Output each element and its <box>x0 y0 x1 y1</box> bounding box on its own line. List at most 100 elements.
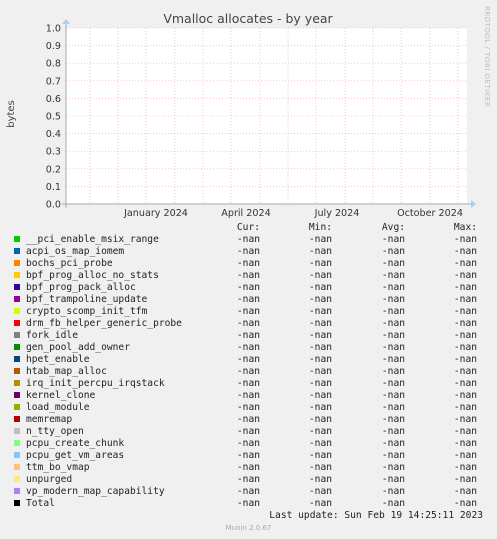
legend-header-max: Max: <box>453 222 477 233</box>
legend-cur-value: -nan <box>236 318 260 329</box>
legend-avg-value: -nan <box>381 354 405 365</box>
legend-series-name: kernel_clone <box>26 390 96 401</box>
legend-series-name: Total <box>26 498 55 509</box>
legend-max-value: -nan <box>453 234 477 245</box>
legend-min-value: -nan <box>308 486 332 497</box>
chart-title: Vmalloc allocates - by year <box>163 11 333 26</box>
legend-series-name: bpf_prog_alloc_no_stats <box>26 270 159 281</box>
legend-row: fork_idle -nan -nan -nan -nan <box>0 330 497 342</box>
legend-swatch <box>14 272 20 278</box>
legend-row: memremap -nan -nan -nan -nan <box>0 414 497 426</box>
legend-min-value: -nan <box>308 330 332 341</box>
legend-max-value: -nan <box>453 318 477 329</box>
x-tick-label: January 2024 <box>123 208 188 219</box>
legend-series-name: gen_pool_add_owner <box>26 342 130 353</box>
legend-series-name: unpurged <box>26 474 73 485</box>
legend-cur-value: -nan <box>236 486 260 497</box>
x-tick-labels: January 2024 April 2024 July 2024 October 2… <box>123 208 463 219</box>
legend-max-value: -nan <box>453 498 477 509</box>
legend-min-value: -nan <box>308 438 332 449</box>
legend-avg-value: -nan <box>381 402 405 413</box>
legend-max-value: -nan <box>453 282 477 293</box>
y-tick-label: 0.4 <box>46 129 61 140</box>
legend-series-name: crypto_scomp_init_tfm <box>26 306 148 317</box>
legend-cur-value: -nan <box>236 390 260 401</box>
legend-max-value: -nan <box>453 486 477 497</box>
legend-max-value: -nan <box>453 438 477 449</box>
legend-cur-value: -nan <box>236 246 260 257</box>
legend-row: load_module -nan -nan -nan -nan <box>0 402 497 414</box>
legend: Cur: Min: Avg: Max: __pci_enable_msix_ra… <box>0 222 497 510</box>
legend-swatch <box>14 440 20 446</box>
legend-series-name: drm_fb_helper_generic_probe <box>26 318 182 329</box>
legend-min-value: -nan <box>308 282 332 293</box>
legend-cur-value: -nan <box>236 402 260 413</box>
legend-cur-value: -nan <box>236 306 260 317</box>
legend-max-value: -nan <box>453 366 477 377</box>
y-tick-label: 0.5 <box>46 112 61 123</box>
legend-avg-value: -nan <box>381 426 405 437</box>
munin-graph-page: Vmalloc allocates - by year bytes 0.0 0.1… <box>0 0 497 539</box>
legend-row: vp_modern_map_capability -nan -nan -nan -nan <box>0 486 497 498</box>
legend-max-value: -nan <box>453 270 477 281</box>
legend-row: hpet_enable -nan -nan -nan -nan <box>0 354 497 366</box>
legend-series-name: irq_init_percpu_irqstack <box>26 378 165 389</box>
legend-avg-value: -nan <box>381 318 405 329</box>
legend-max-value: -nan <box>453 378 477 389</box>
legend-header-cur: Cur: <box>236 222 260 233</box>
legend-series-name: bpf_prog_pack_alloc <box>26 282 136 293</box>
y-tick-label: 0.7 <box>46 76 61 87</box>
legend-row: kernel_clone -nan -nan -nan -nan <box>0 390 497 402</box>
footer: Munin 2.0.67 <box>225 524 272 532</box>
legend-row: unpurged -nan -nan -nan -nan <box>0 474 497 486</box>
legend-max-value: -nan <box>453 306 477 317</box>
legend-header-min: Min: <box>308 222 332 233</box>
legend-min-value: -nan <box>308 366 332 377</box>
legend-min-value: -nan <box>308 378 332 389</box>
legend-cur-value: -nan <box>236 426 260 437</box>
legend-series-name: acpi_os_map_iomem <box>26 246 125 257</box>
legend-avg-value: -nan <box>381 486 405 497</box>
legend-cur-value: -nan <box>236 366 260 377</box>
legend-min-value: -nan <box>308 354 332 365</box>
legend-series-name: htab_map_alloc <box>26 366 107 377</box>
legend-min-value: -nan <box>308 306 332 317</box>
y-tick-label: 0.6 <box>46 94 61 105</box>
legend-max-value: -nan <box>453 426 477 437</box>
legend-avg-value: -nan <box>381 390 405 401</box>
legend-row: bochs_pci_probe -nan -nan -nan -nan <box>0 258 497 270</box>
legend-min-value: -nan <box>308 234 332 245</box>
legend-series-name: ttm_bo_vmap <box>26 462 90 473</box>
legend-cur-value: -nan <box>236 474 260 485</box>
legend-swatch <box>14 284 20 290</box>
legend-max-value: -nan <box>453 330 477 341</box>
legend-swatch <box>14 308 20 314</box>
legend-row: gen_pool_add_owner -nan -nan -nan -nan <box>0 342 497 354</box>
legend-swatch <box>14 320 20 326</box>
legend-min-value: -nan <box>308 498 332 509</box>
legend-avg-value: -nan <box>381 234 405 245</box>
legend-row: __pci_enable_msix_range -nan -nan -nan -nan <box>0 234 497 246</box>
x-axis-arrow <box>471 200 476 208</box>
legend-avg-value: -nan <box>381 474 405 485</box>
legend-series-name: vp_modern_map_capability <box>26 486 165 497</box>
legend-avg-value: -nan <box>381 306 405 317</box>
legend-row: bpf_trampoline_update -nan -nan -nan -nan <box>0 294 497 306</box>
y-tick-label: 0.9 <box>46 41 61 52</box>
y-tick-label: 0.8 <box>46 59 61 70</box>
legend-series-name: pcpu_create_chunk <box>26 438 125 449</box>
legend-swatch <box>14 344 20 350</box>
legend-min-value: -nan <box>308 474 332 485</box>
legend-avg-value: -nan <box>381 270 405 281</box>
legend-series-name: load_module <box>26 402 90 413</box>
legend-row: drm_fb_helper_generic_probe -nan -nan -nan -… <box>0 318 497 330</box>
legend-avg-value: -nan <box>381 462 405 473</box>
y-tick-label: 0.0 <box>46 200 61 211</box>
legend-avg-value: -nan <box>381 414 405 425</box>
legend-series-name: pcpu_get_vm_areas <box>26 450 125 461</box>
legend-min-value: -nan <box>308 462 332 473</box>
last-update: Last update: Sun Feb 19 14:25:11 2023 <box>269 510 483 521</box>
legend-swatch <box>14 248 20 254</box>
legend-min-value: -nan <box>308 318 332 329</box>
legend-series-name: n_tty_open <box>26 426 84 437</box>
